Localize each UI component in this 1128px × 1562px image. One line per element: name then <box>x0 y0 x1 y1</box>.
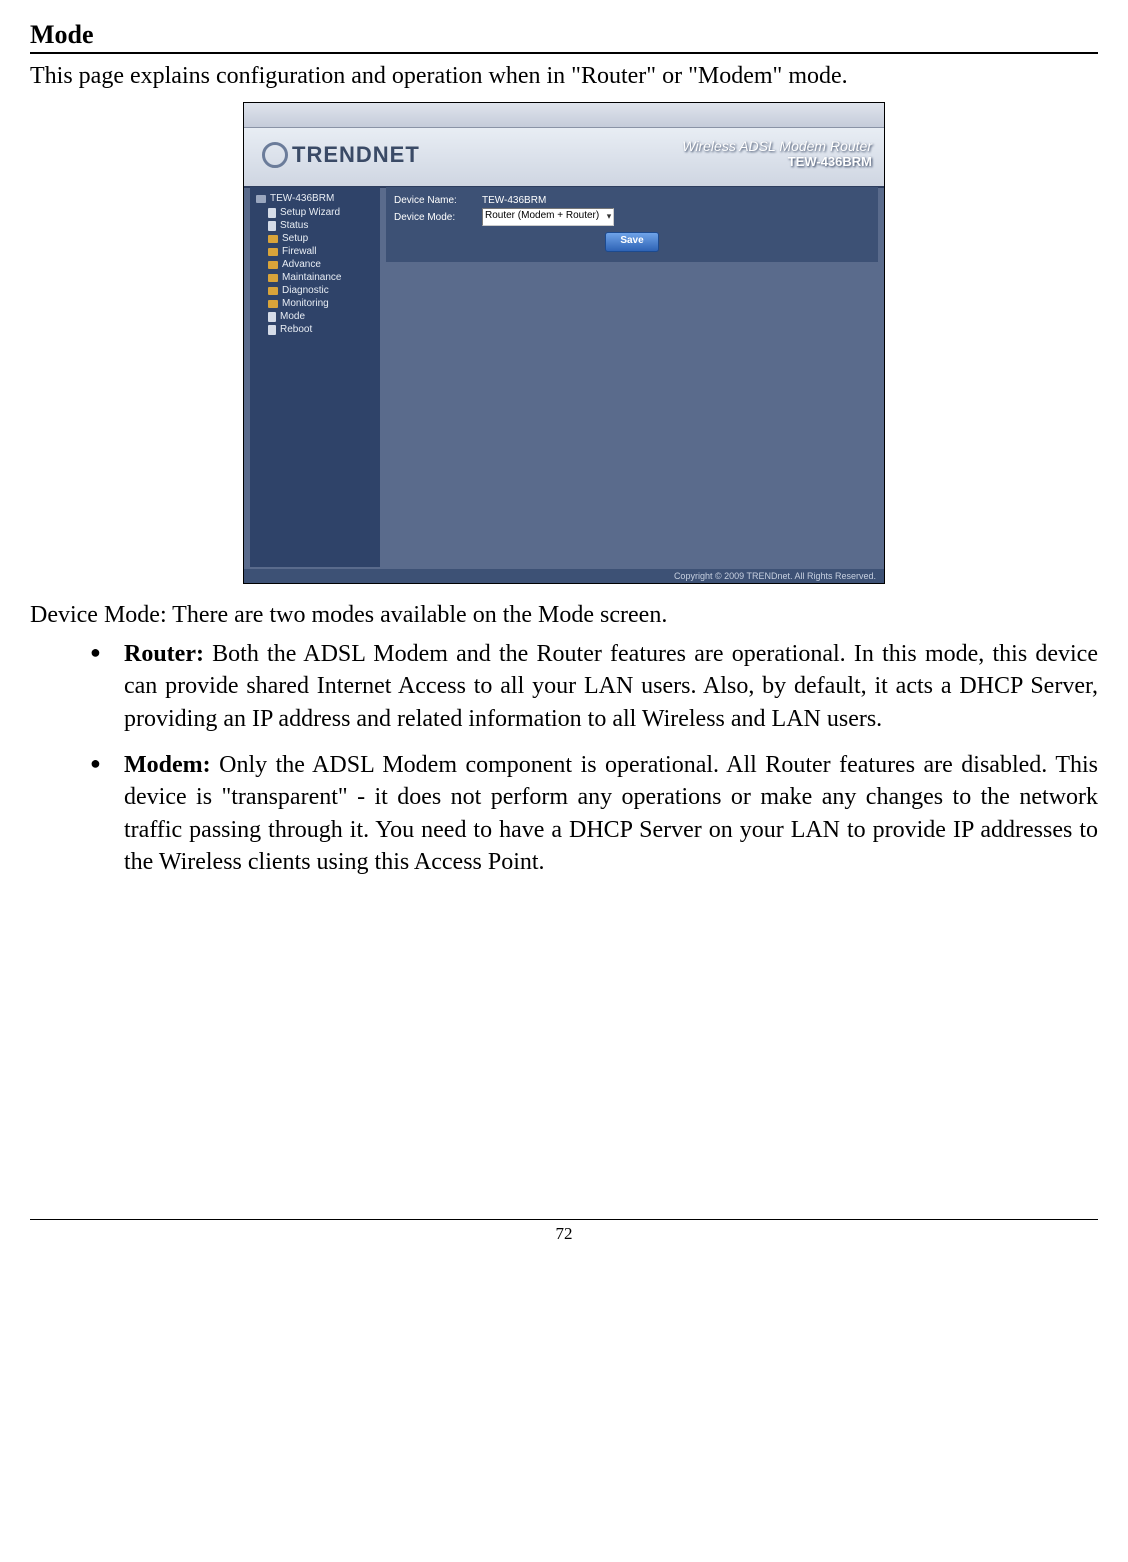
logo-icon <box>262 142 288 168</box>
nav-item-label: Advance <box>282 259 321 270</box>
page-icon <box>268 325 276 335</box>
device-name-row: Device Name: TEW-436BRM <box>394 195 870 206</box>
device-mode-row: Device Mode: Router (Modem + Router) <box>394 208 870 226</box>
nav-item-maintainance[interactable]: Maintainance <box>250 271 380 284</box>
device-icon <box>256 195 266 203</box>
main-panel: Device Name: TEW-436BRM Device Mode: Rou… <box>386 187 878 567</box>
folder-icon <box>268 235 278 243</box>
nav-item-mode[interactable]: Mode <box>250 310 380 323</box>
page-icon <box>268 312 276 322</box>
nav-root[interactable]: TEW-436BRM <box>250 191 380 206</box>
nav-item-diagnostic[interactable]: Diagnostic <box>250 284 380 297</box>
nav-item-label: Monitoring <box>282 298 329 309</box>
nav-item-monitoring[interactable]: Monitoring <box>250 297 380 310</box>
nav-item-label: Maintainance <box>282 272 341 283</box>
screenshot-container: TRENDNET Wireless ADSL Modem Router TEW-… <box>30 102 1098 591</box>
device-mode-label: Device Mode: <box>394 212 474 223</box>
nav-root-label: TEW-436BRM <box>270 193 334 204</box>
device-mode-subhead: Device Mode: There are two modes availab… <box>30 599 1098 631</box>
bullet-router-label: Router: <box>124 641 204 667</box>
product-line1: Wireless ADSL Modem Router <box>682 138 872 154</box>
intro-paragraph: This page explains configuration and ope… <box>30 60 1098 92</box>
window-titlebar <box>244 103 884 128</box>
device-mode-select[interactable]: Router (Modem + Router) <box>482 208 614 226</box>
nav-item-label: Setup Wizard <box>280 207 340 218</box>
nav-item-label: Firewall <box>282 246 316 257</box>
nav-item-label: Status <box>280 220 308 231</box>
router-admin-screenshot: TRENDNET Wireless ADSL Modem Router TEW-… <box>243 102 885 584</box>
nav-item-firewall[interactable]: Firewall <box>250 245 380 258</box>
bullet-modem: Modem: Only the ADSL Modem component is … <box>90 749 1098 879</box>
nav-item-label: Setup <box>282 233 308 244</box>
copyright-footer: Copyright © 2009 TRENDnet. All Rights Re… <box>244 569 884 583</box>
folder-icon <box>268 287 278 295</box>
folder-icon <box>268 300 278 308</box>
bullet-router-text: Both the ADSL Modem and the Router featu… <box>124 641 1098 732</box>
page-icon <box>268 221 276 231</box>
folder-icon <box>268 248 278 256</box>
nav-item-setup[interactable]: Setup <box>250 232 380 245</box>
nav-item-setup-wizard[interactable]: Setup Wizard <box>250 206 380 219</box>
folder-icon <box>268 261 278 269</box>
nav-item-reboot[interactable]: Reboot <box>250 323 380 336</box>
product-label: Wireless ADSL Modem Router TEW-436BRM <box>682 138 872 169</box>
nav-item-advance[interactable]: Advance <box>250 258 380 271</box>
nav-item-label: Reboot <box>280 324 312 335</box>
bullet-modem-label: Modem: <box>124 752 211 778</box>
mode-list: Router: Both the ADSL Modem and the Rout… <box>30 638 1098 879</box>
screenshot-body: TEW-436BRM Setup Wizard Status Setup Firewa… <box>250 187 878 567</box>
bullet-router: Router: Both the ADSL Modem and the Rout… <box>90 638 1098 735</box>
product-line2: TEW-436BRM <box>682 154 872 169</box>
nav-item-label: Mode <box>280 311 305 322</box>
brand-text: TRENDNET <box>292 142 420 167</box>
nav-sidebar: TEW-436BRM Setup Wizard Status Setup Firewa… <box>250 187 380 567</box>
device-name-label: Device Name: <box>394 195 474 206</box>
page-icon <box>268 208 276 218</box>
folder-icon <box>268 274 278 282</box>
nav-item-status[interactable]: Status <box>250 219 380 232</box>
nav-item-label: Diagnostic <box>282 285 329 296</box>
section-title: Mode <box>30 20 1098 54</box>
bullet-modem-text: Only the ADSL Modem component is operati… <box>124 752 1098 875</box>
save-button[interactable]: Save <box>605 232 659 252</box>
device-name-value: TEW-436BRM <box>482 195 546 206</box>
page-number: 72 <box>30 1219 1098 1244</box>
device-form: Device Name: TEW-436BRM Device Mode: Rou… <box>386 187 878 262</box>
brand-logo: TRENDNET <box>262 142 420 169</box>
header-bar: TRENDNET Wireless ADSL Modem Router TEW-… <box>244 128 884 188</box>
